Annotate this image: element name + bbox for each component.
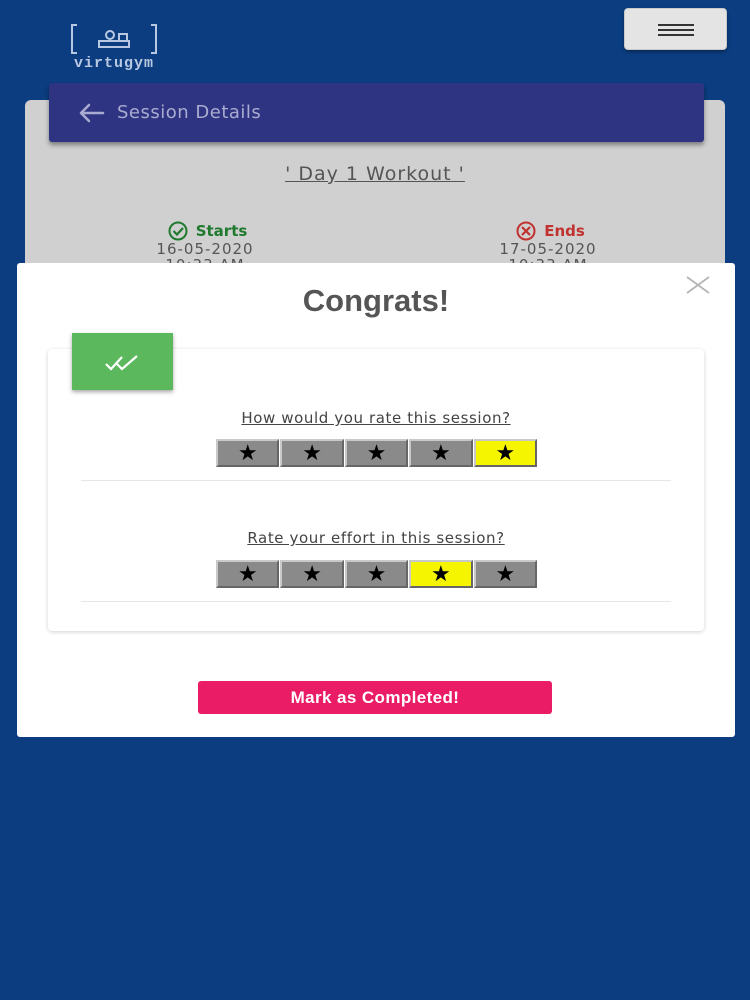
session-details-title: Session Details — [117, 102, 262, 123]
effort-rating-star[interactable]: ★ — [344, 560, 409, 588]
session-rating-question-text: How would you rate this session? — [241, 409, 511, 427]
effort-rating-stars: ★ ★ ★ ★ ★ — [216, 560, 538, 588]
effort-rating-star[interactable]: ★ — [280, 560, 344, 588]
check-circle-icon — [168, 221, 188, 241]
effort-rating-star[interactable]: ★ — [216, 560, 280, 588]
logo-text: virtugym — [73, 55, 154, 72]
workout-title[interactable]: ' Day 1 Workout ' — [0, 163, 750, 185]
workout-title-link[interactable]: ' Day 1 Workout ' — [285, 163, 465, 185]
divider — [81, 601, 671, 602]
ends-text: Ends — [544, 222, 585, 240]
session-rating-star[interactable]: ★ — [280, 439, 344, 467]
x-circle-icon — [516, 221, 536, 241]
session-details-bar: Session Details — [49, 83, 704, 142]
divider — [81, 480, 671, 481]
effort-rating-question: Rate your effort in this session? — [17, 529, 735, 547]
congrats-modal: Congrats! How would you rate this sessio… — [17, 263, 735, 737]
arrow-left-icon[interactable] — [77, 103, 105, 123]
starts-label: Starts — [105, 221, 305, 241]
session-rating-star[interactable]: ★ — [409, 439, 473, 467]
hamburger-icon — [657, 23, 694, 36]
menu-button[interactable] — [624, 8, 727, 50]
mark-completed-button[interactable]: Mark as Completed! — [198, 681, 552, 714]
ends-label: Ends — [448, 221, 648, 241]
double-check-icon — [104, 354, 138, 371]
session-rating-star[interactable]: ★ — [344, 439, 409, 467]
logo-mark-icon — [71, 24, 157, 54]
session-rating-question: How would you rate this session? — [17, 409, 735, 427]
session-rating-stars: ★ ★ ★ ★ ★ — [216, 439, 538, 467]
session-rating-star[interactable]: ★ — [216, 439, 280, 467]
starts-text: Starts — [195, 222, 248, 240]
modal-title: Congrats! — [302, 283, 450, 318]
effort-rating-star-selected[interactable]: ★ — [409, 560, 473, 588]
effort-rating-star[interactable]: ★ — [473, 560, 538, 588]
completed-badge — [72, 333, 173, 390]
virtugym-logo: virtugym — [52, 22, 176, 76]
effort-rating-question-text: Rate your effort in this session? — [247, 529, 505, 547]
rating-card — [48, 349, 704, 631]
session-rating-star-selected[interactable]: ★ — [473, 439, 538, 467]
